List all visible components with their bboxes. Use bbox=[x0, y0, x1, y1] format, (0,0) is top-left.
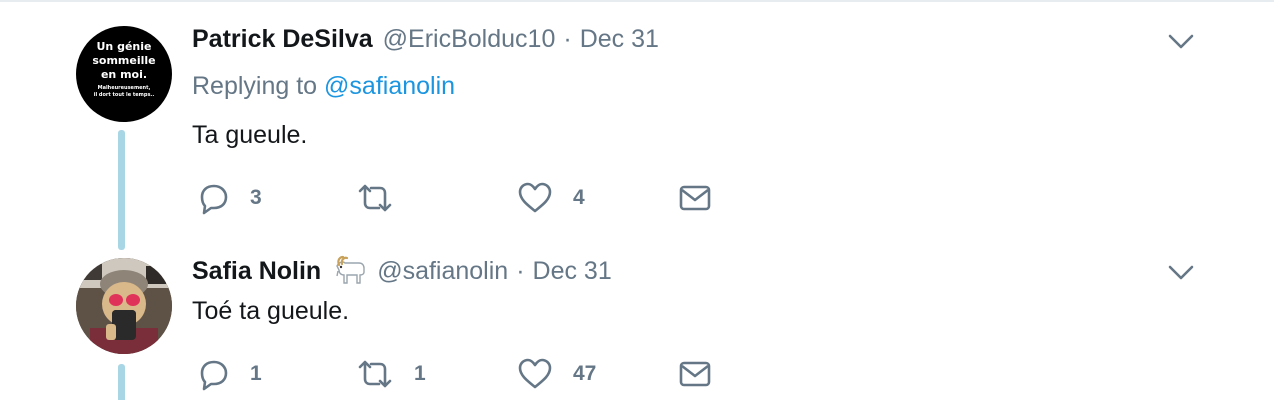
chevron-down-icon[interactable] bbox=[1168, 264, 1194, 282]
reply-button[interactable]: 3 bbox=[196, 181, 262, 215]
replying-to-handle-link[interactable]: @safianolin bbox=[324, 72, 455, 100]
separator-dot: · bbox=[563, 24, 572, 53]
avatar-caption-line: Un génie bbox=[96, 40, 152, 53]
avatar-caption-line: il dort tout le temps.. bbox=[93, 92, 155, 98]
author-name[interactable]: Safia Nolin bbox=[192, 257, 321, 286]
tweet-date[interactable]: Dec 31 bbox=[580, 25, 659, 54]
tweet-header: Safia Nolin @safianolin · Dec 31 bbox=[192, 254, 612, 288]
author-name[interactable]: Patrick DeSilva bbox=[192, 25, 373, 54]
avatar-caption-line: sommeille bbox=[92, 54, 156, 67]
author-handle[interactable]: @EricBolduc10 bbox=[383, 25, 556, 54]
retweet-icon bbox=[358, 360, 392, 388]
direct-message-button[interactable] bbox=[678, 357, 712, 391]
avatar-caption-line: en moi. bbox=[100, 68, 148, 81]
chevron-down-icon[interactable] bbox=[1168, 33, 1194, 51]
reply-icon bbox=[200, 360, 228, 391]
goat-icon bbox=[336, 255, 365, 284]
mail-icon bbox=[679, 361, 711, 387]
retweet-count: 1 bbox=[414, 362, 426, 385]
top-divider bbox=[0, 0, 1274, 2]
like-count: 47 bbox=[573, 362, 597, 385]
separator-dot: · bbox=[516, 256, 525, 285]
reply-button[interactable]: 1 bbox=[196, 357, 262, 391]
mail-icon bbox=[679, 185, 711, 211]
retweet-icon bbox=[358, 184, 392, 212]
like-count: 4 bbox=[573, 186, 585, 209]
retweet-button[interactable]: 1 bbox=[356, 357, 426, 391]
author-handle[interactable]: @safianolin bbox=[377, 257, 508, 286]
retweet-button[interactable] bbox=[356, 181, 394, 215]
like-button[interactable]: 47 bbox=[517, 357, 596, 391]
heart-icon bbox=[518, 358, 552, 389]
replying-to-label: Replying to bbox=[192, 72, 318, 100]
tweet-header: Patrick DeSilva @EricBolduc10 · Dec 31 bbox=[192, 22, 659, 56]
thread-connector-line bbox=[118, 130, 125, 250]
tweet-thread: Un génie sommeille en moi. Malheureuseme… bbox=[0, 0, 1274, 400]
avatar-safia-nolin[interactable] bbox=[76, 258, 172, 354]
reply-count: 3 bbox=[250, 186, 262, 209]
thread-connector-line bbox=[118, 364, 125, 400]
avatar-photo bbox=[76, 258, 172, 354]
reply-icon bbox=[200, 184, 228, 215]
direct-message-button[interactable] bbox=[678, 181, 712, 215]
heart-icon bbox=[518, 182, 552, 213]
like-button[interactable]: 4 bbox=[517, 181, 585, 215]
replying-to-line: Replying to @safianolin bbox=[192, 72, 455, 101]
avatar-patrick-desilva[interactable]: Un génie sommeille en moi. Malheureuseme… bbox=[76, 26, 172, 122]
tweet-text: Ta gueule. bbox=[192, 121, 308, 149]
reply-count: 1 bbox=[250, 362, 262, 385]
tweet-date[interactable]: Dec 31 bbox=[533, 257, 612, 286]
tweet-text: Toé ta gueule. bbox=[192, 297, 350, 325]
avatar-caption-line: Malheureusement, bbox=[97, 85, 151, 91]
